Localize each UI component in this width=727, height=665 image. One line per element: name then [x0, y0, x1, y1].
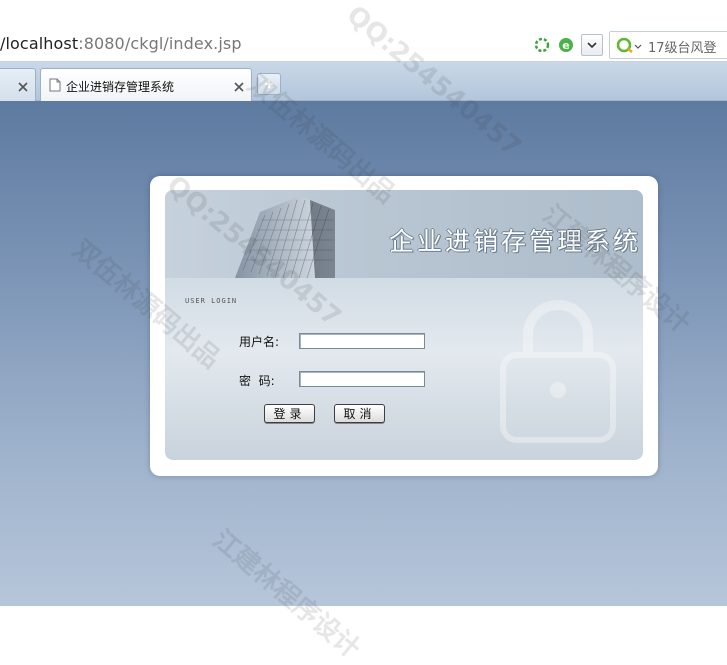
username-input[interactable]: [299, 333, 425, 349]
search-engine-icon[interactable]: [616, 36, 642, 58]
login-banner: 企业进销存管理系统: [165, 190, 643, 278]
close-icon[interactable]: [233, 78, 245, 92]
password-label: 密 码:: [239, 374, 275, 388]
username-label: 用户名:: [239, 335, 280, 349]
user-login-subtitle: USER LOGIN: [185, 297, 238, 305]
login-button[interactable]: 登录: [264, 404, 315, 423]
system-title: 企业进销存管理系统: [388, 227, 641, 256]
page-icon: [49, 77, 61, 96]
login-box: 企业进销存管理系统 USER LOGIN 用户名: 密 码: 登录 取消: [165, 190, 643, 460]
url-host: /localhost: [0, 34, 79, 53]
search-input[interactable]: 17级台风登: [648, 37, 717, 56]
tab-active[interactable]: 企业进销存管理系统: [40, 68, 252, 101]
dropdown-arrow-icon[interactable]: [581, 34, 603, 56]
tab-strip: 企业进销存管理系统: [0, 62, 727, 101]
password-input[interactable]: [299, 371, 425, 387]
refresh-icon[interactable]: [533, 36, 551, 54]
login-panel: 企业进销存管理系统 USER LOGIN 用户名: 密 码: 登录 取消: [150, 176, 658, 476]
url-path: :8080/ckgl/index.jsp: [78, 34, 242, 53]
tab-previous[interactable]: [0, 68, 36, 101]
search-box[interactable]: 17级台风登: [609, 31, 727, 59]
plus-icon: [265, 80, 273, 88]
close-icon[interactable]: [17, 78, 29, 92]
tab-title: 企业进销存管理系统: [66, 80, 175, 94]
new-tab-button[interactable]: [257, 73, 281, 95]
lock-icon: [500, 300, 616, 443]
cancel-button[interactable]: 取消: [334, 404, 385, 423]
url-field[interactable]: /localhost:8080/ckgl/index.jsp: [0, 34, 242, 53]
ie-compat-icon[interactable]: e: [557, 36, 575, 54]
svg-text:e: e: [562, 39, 569, 52]
page-content: 企业进销存管理系统 USER LOGIN 用户名: 密 码: 登录 取消: [0, 101, 727, 606]
address-bar[interactable]: /localhost:8080/ckgl/index.jsp e 17级台风登: [0, 28, 727, 62]
